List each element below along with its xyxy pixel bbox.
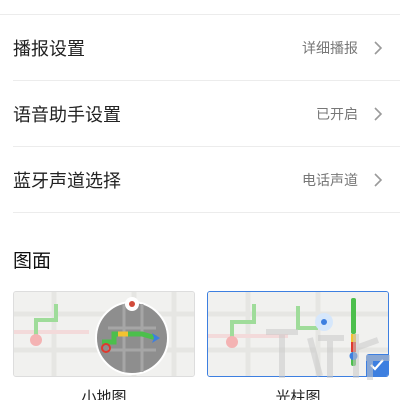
light-column-option-label: 光柱图 bbox=[275, 388, 321, 400]
light-column-option-card[interactable] bbox=[207, 291, 389, 377]
navigation-settings-screen: 播报设置 详细播报 语音助手设置 已开启 蓝牙声道选择 电话声道 图面 小地图 … bbox=[0, 0, 400, 400]
voice-assistant-settings-value: 已开启 bbox=[316, 107, 358, 123]
chevron-right-icon bbox=[374, 107, 383, 121]
voice-assistant-settings-row[interactable]: 语音助手设置 已开启 bbox=[0, 81, 400, 147]
mini-map-preview bbox=[14, 292, 194, 376]
row-divider bbox=[13, 212, 400, 213]
display-section-title: 图面 bbox=[13, 250, 52, 272]
chevron-right-icon bbox=[374, 173, 383, 187]
chevron-right-icon bbox=[374, 41, 383, 55]
voice-assistant-settings-label: 语音助手设置 bbox=[13, 105, 121, 126]
navigation-arrow-icon bbox=[321, 319, 327, 325]
bluetooth-channel-value: 电话声道 bbox=[302, 173, 358, 189]
mini-map-option-label: 小地图 bbox=[81, 388, 127, 400]
broadcast-settings-row[interactable]: 播报设置 详细播报 bbox=[0, 15, 400, 81]
light-column-preview bbox=[208, 292, 388, 376]
mini-map-option-card[interactable] bbox=[13, 291, 195, 377]
start-point-icon bbox=[30, 334, 42, 346]
broadcast-settings-value: 详细播报 bbox=[302, 41, 358, 57]
bluetooth-channel-label: 蓝牙声道选择 bbox=[13, 171, 121, 192]
bluetooth-channel-row[interactable]: 蓝牙声道选择 电话声道 bbox=[0, 147, 400, 213]
selected-check-badge bbox=[366, 354, 388, 376]
start-point-icon bbox=[226, 336, 238, 348]
broadcast-settings-label: 播报设置 bbox=[13, 39, 85, 60]
checkmark-icon bbox=[370, 359, 384, 371]
